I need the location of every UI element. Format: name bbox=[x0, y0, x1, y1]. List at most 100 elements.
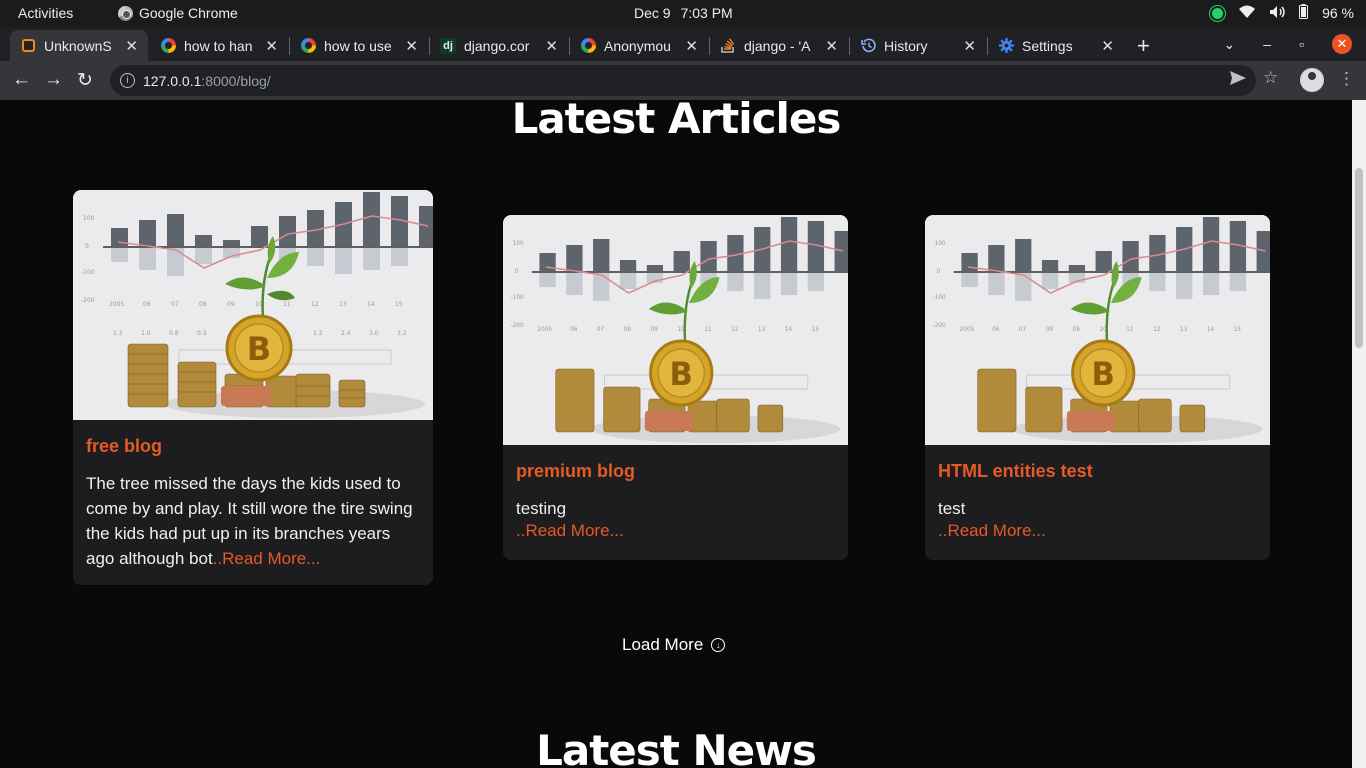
page-viewport: Latest Articles 100 0 -100 -200 2005 06 07 08 09… bbox=[0, 100, 1352, 768]
bookmark-star-icon[interactable]: ☆ bbox=[1263, 68, 1278, 88]
svg-text:-200: -200 bbox=[933, 323, 946, 329]
article-image[interactable]: 100 0 -100 -200 2005 06 07 08 09 10 11 12 13 14 15 bbox=[925, 215, 1270, 445]
reload-icon[interactable]: ↻ bbox=[77, 69, 93, 92]
back-icon[interactable]: ← bbox=[12, 69, 31, 91]
tab-history[interactable]: History ✕ bbox=[850, 30, 986, 61]
tab-strip: UnknownS ✕ how to han ✕ how to use ✕ dj … bbox=[0, 27, 1366, 61]
site-info-icon[interactable]: i bbox=[120, 73, 135, 88]
article-card[interactable]: 100 0 -100 -200 2005 06 07 08 09 10 11 12 13 14 15 1.3 1… bbox=[73, 190, 433, 585]
article-card[interactable]: 100 0 -100 -200 2005 06 07 08 09 10 11 12 13 14 15 bbox=[503, 215, 848, 560]
battery-icon bbox=[1299, 4, 1309, 22]
whatsapp-icon[interactable] bbox=[1209, 4, 1227, 22]
svg-text:B: B bbox=[670, 356, 693, 393]
svg-text:B: B bbox=[247, 330, 271, 368]
article-title[interactable]: premium blog bbox=[516, 461, 835, 482]
tab-django-cor[interactable]: dj django.cor ✕ bbox=[430, 30, 568, 61]
system-tray[interactable]: 96 % bbox=[1209, 4, 1354, 22]
svg-text:09: 09 bbox=[651, 327, 659, 333]
new-tab-button[interactable]: + bbox=[1137, 33, 1150, 59]
close-icon[interactable]: ✕ bbox=[405, 37, 418, 55]
url-host: 127.0.0.1 bbox=[143, 72, 202, 89]
svg-text:06: 06 bbox=[143, 301, 151, 308]
section-title: Latest Articles bbox=[511, 100, 842, 143]
tab-settings[interactable]: Settings ✕ bbox=[988, 30, 1124, 61]
svg-text:-200: -200 bbox=[511, 323, 524, 329]
close-icon[interactable]: ✕ bbox=[1101, 37, 1114, 55]
svg-text:0: 0 bbox=[85, 243, 89, 250]
address-bar[interactable]: i 127.0.0.1:8000/blog/ bbox=[110, 65, 1256, 96]
close-icon[interactable]: ✕ bbox=[685, 37, 698, 55]
svg-text:100: 100 bbox=[935, 241, 946, 247]
svg-text:12: 12 bbox=[1153, 327, 1161, 333]
read-more-link[interactable]: ..Read More... bbox=[516, 521, 835, 541]
system-top-bar: Activities Google Chrome Dec 9 7:03 PM 9… bbox=[0, 0, 1366, 27]
read-more-link[interactable]: ..Read More... bbox=[938, 521, 1257, 541]
svg-text:2005: 2005 bbox=[538, 327, 553, 333]
svg-text:2005: 2005 bbox=[960, 327, 975, 333]
article-image[interactable]: 100 0 -100 -200 2005 06 07 08 09 10 11 12 13 14 15 bbox=[503, 215, 848, 445]
tab-unknowns[interactable]: UnknownS ✕ bbox=[10, 30, 148, 61]
svg-text:1.2: 1.2 bbox=[313, 330, 323, 337]
article-card[interactable]: 100 0 -100 -200 2005 06 07 08 09 10 11 12 13 14 15 bbox=[925, 215, 1270, 560]
minimize-icon[interactable]: – bbox=[1263, 36, 1271, 52]
svg-text:07: 07 bbox=[1019, 327, 1027, 333]
tab-title: UnknownS bbox=[44, 37, 112, 54]
clock[interactable]: Dec 9 7:03 PM bbox=[634, 5, 733, 21]
profile-avatar[interactable] bbox=[1300, 68, 1324, 92]
svg-text:0.3: 0.3 bbox=[197, 330, 207, 337]
svg-text:B: B bbox=[1092, 356, 1115, 393]
svg-text:07: 07 bbox=[597, 327, 605, 333]
svg-text:15: 15 bbox=[812, 327, 820, 333]
tab-django-a[interactable]: django - 'A ✕ bbox=[710, 30, 848, 61]
restore-icon[interactable]: ▫ bbox=[1299, 36, 1304, 52]
svg-text:12: 12 bbox=[311, 301, 319, 308]
read-more-link[interactable]: ..Read More... bbox=[213, 549, 321, 568]
svg-text:15: 15 bbox=[395, 301, 403, 308]
svg-text:07: 07 bbox=[171, 301, 179, 308]
close-icon[interactable]: ✕ bbox=[963, 37, 976, 55]
arrow-down-circle-icon: ↓ bbox=[711, 638, 726, 652]
svg-text:3.0: 3.0 bbox=[369, 330, 379, 337]
app-name: Google Chrome bbox=[139, 5, 238, 21]
tab-how-to-use[interactable]: how to use ✕ bbox=[290, 30, 428, 61]
svg-text:09: 09 bbox=[1073, 327, 1081, 333]
scrollbar-thumb[interactable] bbox=[1355, 168, 1363, 348]
close-icon[interactable]: ✕ bbox=[265, 37, 278, 55]
article-title[interactable]: HTML entities test bbox=[938, 461, 1257, 482]
bitcoin-chart-image: 1000-100-2002005 06 07 08 09 10 11 12 13 14 151.3 1… bbox=[73, 190, 433, 420]
load-more-button[interactable]: Load More ↓ bbox=[622, 635, 726, 655]
article-text: testing bbox=[516, 499, 567, 518]
article-image[interactable]: 100 0 -100 -200 2005 06 07 08 09 10 11 12 13 14 15 1.3 1… bbox=[73, 190, 433, 420]
time: 7:03 PM bbox=[680, 5, 733, 21]
tab-search-icon[interactable]: ⌄ bbox=[1224, 36, 1236, 53]
menu-dots-icon[interactable]: ⋮ bbox=[1338, 69, 1355, 89]
google-icon bbox=[160, 38, 176, 54]
svg-text:11: 11 bbox=[704, 327, 712, 333]
tab-title: how to use bbox=[324, 37, 392, 54]
svg-text:11: 11 bbox=[283, 301, 291, 308]
page-scrollbar[interactable] bbox=[1352, 100, 1366, 768]
tab-title: Settings bbox=[1022, 37, 1073, 54]
svg-text:08: 08 bbox=[1046, 327, 1054, 333]
tab-how-to-han[interactable]: how to han ✕ bbox=[150, 30, 288, 61]
bitcoin-chart-image: 1000-100-2002005 06 07 08 09 10 11 12 13 14 15 bbox=[925, 215, 1270, 445]
forward-icon[interactable]: → bbox=[44, 69, 63, 91]
article-excerpt: The tree missed the days the kids used t… bbox=[86, 471, 420, 571]
tab-anonymou[interactable]: Anonymou ✕ bbox=[570, 30, 708, 61]
chrome-icon bbox=[118, 5, 133, 21]
tab-title: how to han bbox=[184, 37, 253, 54]
close-icon[interactable]: ✕ bbox=[125, 37, 138, 55]
load-more-label: Load More bbox=[622, 635, 704, 654]
app-menu[interactable]: Google Chrome bbox=[118, 5, 238, 21]
svg-text:06: 06 bbox=[992, 327, 1000, 333]
article-text: test bbox=[938, 499, 966, 518]
send-icon[interactable] bbox=[1230, 70, 1246, 90]
history-icon bbox=[860, 38, 876, 54]
article-title[interactable]: free blog bbox=[86, 436, 420, 457]
svg-text:-100: -100 bbox=[933, 295, 946, 301]
close-icon[interactable]: ✕ bbox=[825, 37, 838, 55]
close-window-icon[interactable]: ✕ bbox=[1332, 34, 1352, 54]
close-icon[interactable]: ✕ bbox=[545, 37, 558, 55]
svg-text:100: 100 bbox=[513, 241, 524, 247]
activities-button[interactable]: Activities bbox=[18, 5, 73, 21]
